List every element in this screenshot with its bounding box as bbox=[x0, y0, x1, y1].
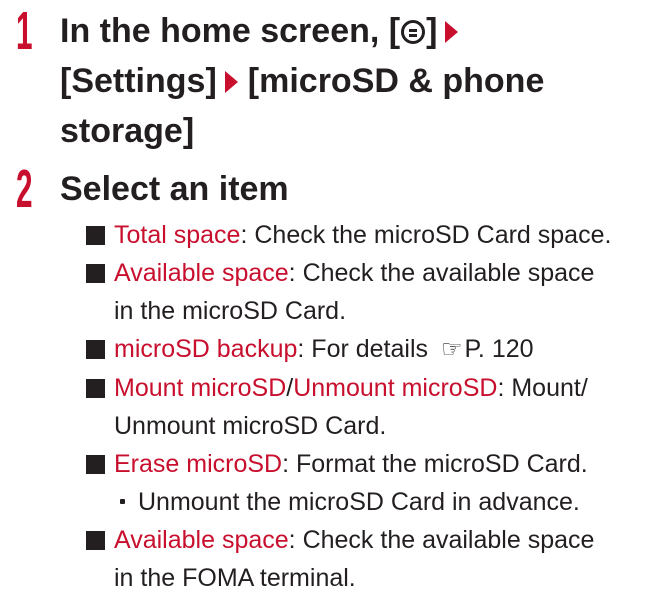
item-label-2: Unmount microSD bbox=[293, 374, 498, 402]
list-item: Erase microSD: Format the microSD Card. bbox=[86, 445, 672, 483]
item-text: : Format the microSD Card. bbox=[282, 450, 588, 478]
item-text: : Check the available space bbox=[288, 526, 595, 554]
step-title: [Settings] [microSD & phone bbox=[60, 56, 544, 106]
item-label: Erase microSD bbox=[114, 450, 283, 478]
dot-bullet-icon bbox=[120, 499, 125, 504]
square-bullet-icon bbox=[86, 264, 105, 283]
list-item: Mount microSD/Unmount microSD: Mount/ Un… bbox=[86, 369, 672, 445]
item-text: : Check the available space bbox=[288, 259, 595, 287]
item-text: : Mount/ bbox=[497, 374, 588, 402]
item-text-cont: in the microSD Card. bbox=[114, 297, 347, 325]
item-label: microSD backup bbox=[114, 335, 298, 363]
step-text: storage] bbox=[60, 112, 195, 150]
item-label: Total space bbox=[114, 221, 241, 249]
step-title: storage] bbox=[60, 106, 194, 156]
square-bullet-icon bbox=[86, 455, 105, 474]
arrow-right-icon bbox=[445, 21, 459, 43]
item-list: Total space: Check the microSD Card spac… bbox=[86, 216, 672, 597]
step-title: Select an item bbox=[60, 170, 289, 208]
item-text: : For details bbox=[297, 335, 435, 363]
step-text: [microSD & phone bbox=[247, 62, 545, 100]
list-item: Total space: Check the microSD Card spac… bbox=[86, 216, 672, 254]
square-bullet-icon bbox=[86, 531, 105, 550]
step-text: ] bbox=[426, 12, 438, 50]
item-note: Unmount the microSD Card in advance. bbox=[86, 483, 672, 521]
square-bullet-icon bbox=[86, 340, 105, 359]
square-bullet-icon bbox=[86, 379, 105, 398]
item-text-cont: Unmount microSD Card. bbox=[114, 412, 387, 440]
list-item: microSD backup: For details ☞P. 120 bbox=[86, 330, 672, 369]
item-label: Mount microSD bbox=[114, 374, 287, 402]
step-text: [Settings] bbox=[60, 62, 217, 100]
step-title: In the home screen, [] bbox=[60, 6, 468, 56]
item-label: Available space bbox=[114, 526, 289, 554]
item-label: Available space bbox=[114, 259, 289, 287]
step-text: In the home screen, [ bbox=[60, 12, 401, 50]
square-bullet-icon bbox=[86, 226, 105, 245]
step-number: 2 bbox=[16, 159, 33, 219]
arrow-right-icon bbox=[224, 71, 238, 93]
list-item: Available space: Check the available spa… bbox=[86, 521, 672, 597]
item-text: : Check the microSD Card space. bbox=[240, 221, 612, 249]
item-text-cont: in the FOMA terminal. bbox=[114, 564, 356, 592]
page-reference[interactable]: P. 120 bbox=[464, 335, 533, 363]
reference-hand-icon: ☞ bbox=[440, 336, 463, 363]
step-number: 1 bbox=[16, 1, 33, 61]
note-text: Unmount the microSD Card in advance. bbox=[138, 488, 580, 516]
menu-key-icon bbox=[401, 20, 426, 44]
list-item: Available space: Check the available spa… bbox=[86, 254, 672, 330]
